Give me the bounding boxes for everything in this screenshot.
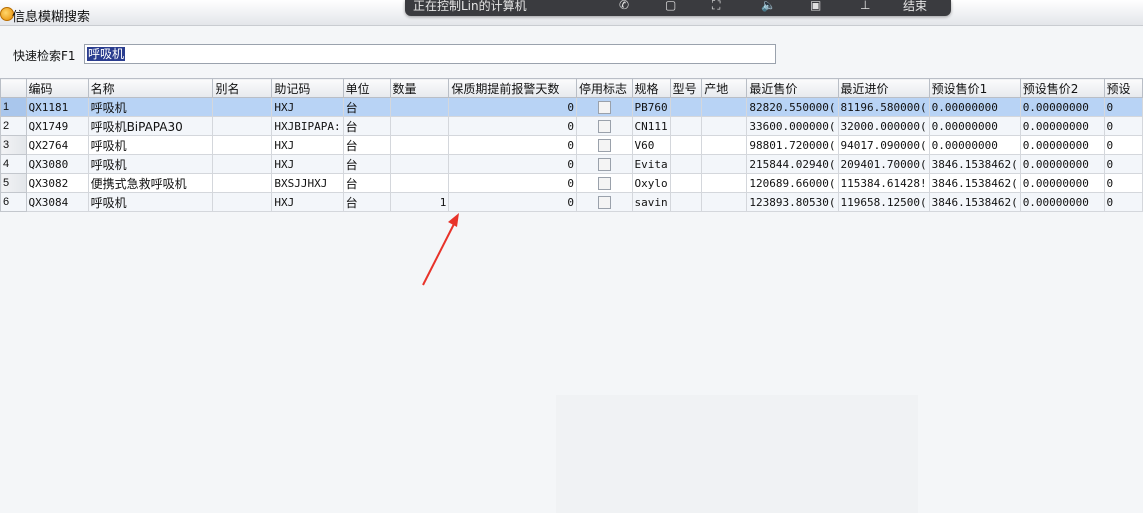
annotation-arrow-head <box>448 213 459 227</box>
annotation-arrow <box>422 213 459 286</box>
annotation-arrow-line <box>422 221 456 286</box>
